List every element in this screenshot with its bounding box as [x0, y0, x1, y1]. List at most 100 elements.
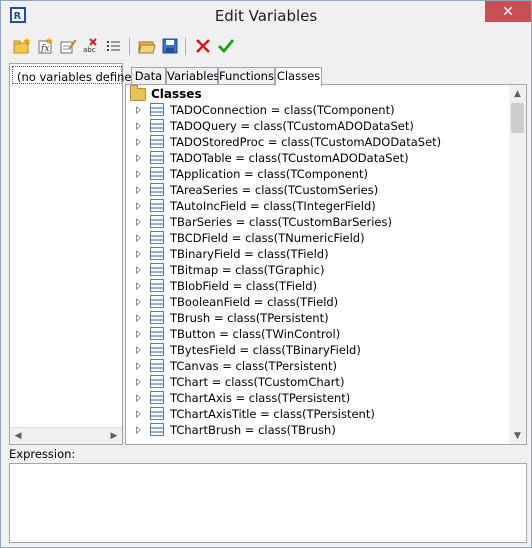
- expand-arrow-icon[interactable]: [136, 170, 141, 178]
- tree-row[interactable]: TChart = class(TCustomChart): [126, 374, 506, 390]
- class-icon: [150, 183, 164, 196]
- tree-row[interactable]: TBytesField = class(TBinaryField): [126, 342, 506, 358]
- vertical-scrollbar[interactable]: ▲ ▼: [509, 85, 526, 444]
- tree-row[interactable]: TBCDField = class(TNumericField): [126, 230, 506, 246]
- tree-row[interactable]: TChartBrush = class(TBrush): [126, 422, 506, 438]
- expand-arrow-icon[interactable]: [136, 394, 141, 402]
- new-variable-button[interactable]: fx ✱: [34, 35, 56, 57]
- svg-text:abc: abc: [83, 46, 96, 54]
- ok-button[interactable]: [215, 35, 237, 57]
- tree-row[interactable]: TChartAxisTitle = class(TPersistent): [126, 406, 506, 422]
- tree-row[interactable]: TApplication = class(TComponent): [126, 166, 506, 182]
- scroll-left-icon[interactable]: ◀: [10, 428, 26, 444]
- class-label: TADOStoredProc = class(TCustomADODataSet…: [170, 135, 442, 149]
- toolbar-separator: [185, 37, 186, 55]
- red-x-icon: [196, 39, 210, 53]
- tree-row[interactable]: TCanvas = class(TPersistent): [126, 358, 506, 374]
- tab-variables[interactable]: Variables: [166, 67, 220, 84]
- list-icon: [107, 41, 120, 51]
- delete-button[interactable]: abc: [80, 35, 102, 57]
- class-icon: [150, 407, 164, 420]
- tab-data[interactable]: Data: [131, 67, 166, 84]
- class-icon: [150, 247, 164, 260]
- class-icon: [150, 327, 164, 340]
- expand-arrow-icon[interactable]: [136, 202, 141, 210]
- scrollbar-thumb[interactable]: [511, 103, 524, 133]
- open-button[interactable]: [136, 35, 158, 57]
- close-button[interactable]: ✕: [485, 1, 531, 22]
- class-label: TChartBrush = class(TBrush): [170, 423, 336, 437]
- tree-row[interactable]: TADOStoredProc = class(TCustomADODataSet…: [126, 134, 506, 150]
- class-label: TApplication = class(TComponent): [170, 167, 368, 181]
- expand-arrow-icon[interactable]: [136, 314, 141, 322]
- classes-tree[interactable]: Classes TADOConnection = class(TComponen…: [125, 84, 527, 445]
- expand-arrow-icon[interactable]: [136, 298, 141, 306]
- scroll-right-icon[interactable]: ▶: [106, 428, 122, 444]
- tree-row[interactable]: TButton = class(TWinControl): [126, 326, 506, 342]
- class-label: TBCDField = class(TNumericField): [170, 231, 365, 245]
- new-variable-icon: fx ✱: [38, 38, 53, 54]
- save-button[interactable]: [159, 35, 181, 57]
- tree-row[interactable]: TBrush = class(TPersistent): [126, 310, 506, 326]
- class-icon: [150, 151, 164, 164]
- class-label: TADOTable = class(TCustomADODataSet): [170, 151, 409, 165]
- list-button[interactable]: [103, 35, 125, 57]
- list-item[interactable]: (no variables defined): [12, 66, 143, 84]
- class-label: TCanvas = class(TPersistent): [170, 359, 337, 373]
- svg-text:✱: ✱: [23, 38, 31, 48]
- expand-arrow-icon[interactable]: [136, 122, 141, 130]
- tree-row[interactable]: TChartAxis = class(TPersistent): [126, 390, 506, 406]
- scroll-down-icon[interactable]: ▼: [509, 427, 526, 444]
- expand-arrow-icon[interactable]: [136, 362, 141, 370]
- expression-field[interactable]: [9, 463, 527, 543]
- cancel-button[interactable]: [192, 35, 214, 57]
- expand-arrow-icon[interactable]: [136, 266, 141, 274]
- class-label: TChartAxisTitle = class(TPersistent): [170, 407, 375, 421]
- edit-icon: [60, 39, 77, 54]
- expand-arrow-icon[interactable]: [136, 330, 141, 338]
- tree-row[interactable]: TBlobField = class(TField): [126, 278, 506, 294]
- expand-arrow-icon[interactable]: [136, 186, 141, 194]
- class-label: TBrush = class(TPersistent): [170, 311, 329, 325]
- class-icon: [150, 391, 164, 404]
- expression-label: Expression:: [9, 447, 76, 461]
- tree-row[interactable]: TADOConnection = class(TComponent): [126, 102, 506, 118]
- expand-arrow-icon[interactable]: [136, 346, 141, 354]
- class-label: TBooleanField = class(TField): [170, 295, 339, 309]
- expand-arrow-icon[interactable]: [136, 378, 141, 386]
- tab-classes[interactable]: Classes: [275, 67, 322, 86]
- green-check-icon: [218, 39, 235, 54]
- tree-row[interactable]: TAutoIncField = class(TIntegerField): [126, 198, 506, 214]
- class-label: TADOQuery = class(TCustomADODataSet): [170, 119, 414, 133]
- expand-arrow-icon[interactable]: [136, 282, 141, 290]
- tab-functions[interactable]: Functions: [218, 67, 275, 84]
- expand-arrow-icon[interactable]: [136, 154, 141, 162]
- expand-arrow-icon[interactable]: [136, 106, 141, 114]
- new-folder-icon: ✱: [13, 38, 31, 54]
- expand-arrow-icon[interactable]: [136, 234, 141, 242]
- expand-arrow-icon[interactable]: [136, 138, 141, 146]
- edit-button[interactable]: [57, 35, 79, 57]
- class-label: TADOConnection = class(TComponent): [170, 103, 395, 117]
- tree-row[interactable]: TBitmap = class(TGraphic): [126, 262, 506, 278]
- variables-list[interactable]: (no variables defined) ◀ ▶: [9, 63, 143, 445]
- expand-arrow-icon[interactable]: [136, 426, 141, 434]
- class-label: TAutoIncField = class(TIntegerField): [170, 199, 376, 213]
- expand-arrow-icon[interactable]: [136, 250, 141, 258]
- class-icon: [150, 135, 164, 148]
- horizontal-scrollbar[interactable]: ◀ ▶: [10, 427, 122, 444]
- tree-row[interactable]: TBooleanField = class(TField): [126, 294, 506, 310]
- class-label: TBarSeries = class(TCustomBarSeries): [170, 215, 392, 229]
- expand-arrow-icon[interactable]: [136, 218, 141, 226]
- tree-row[interactable]: TAreaSeries = class(TCustomSeries): [126, 182, 506, 198]
- tree-root[interactable]: Classes: [130, 85, 202, 102]
- new-category-button[interactable]: ✱: [11, 35, 33, 57]
- tree-row[interactable]: TBarSeries = class(TCustomBarSeries): [126, 214, 506, 230]
- tree-row[interactable]: TBinaryField = class(TField): [126, 246, 506, 262]
- tree-row[interactable]: TADOTable = class(TCustomADODataSet): [126, 150, 506, 166]
- scroll-up-icon[interactable]: ▲: [509, 85, 526, 102]
- window-title: Edit Variables: [214, 7, 318, 25]
- expand-arrow-icon[interactable]: [136, 410, 141, 418]
- tree-row[interactable]: TADOQuery = class(TCustomADODataSet): [126, 118, 506, 134]
- class-icon: [150, 167, 164, 180]
